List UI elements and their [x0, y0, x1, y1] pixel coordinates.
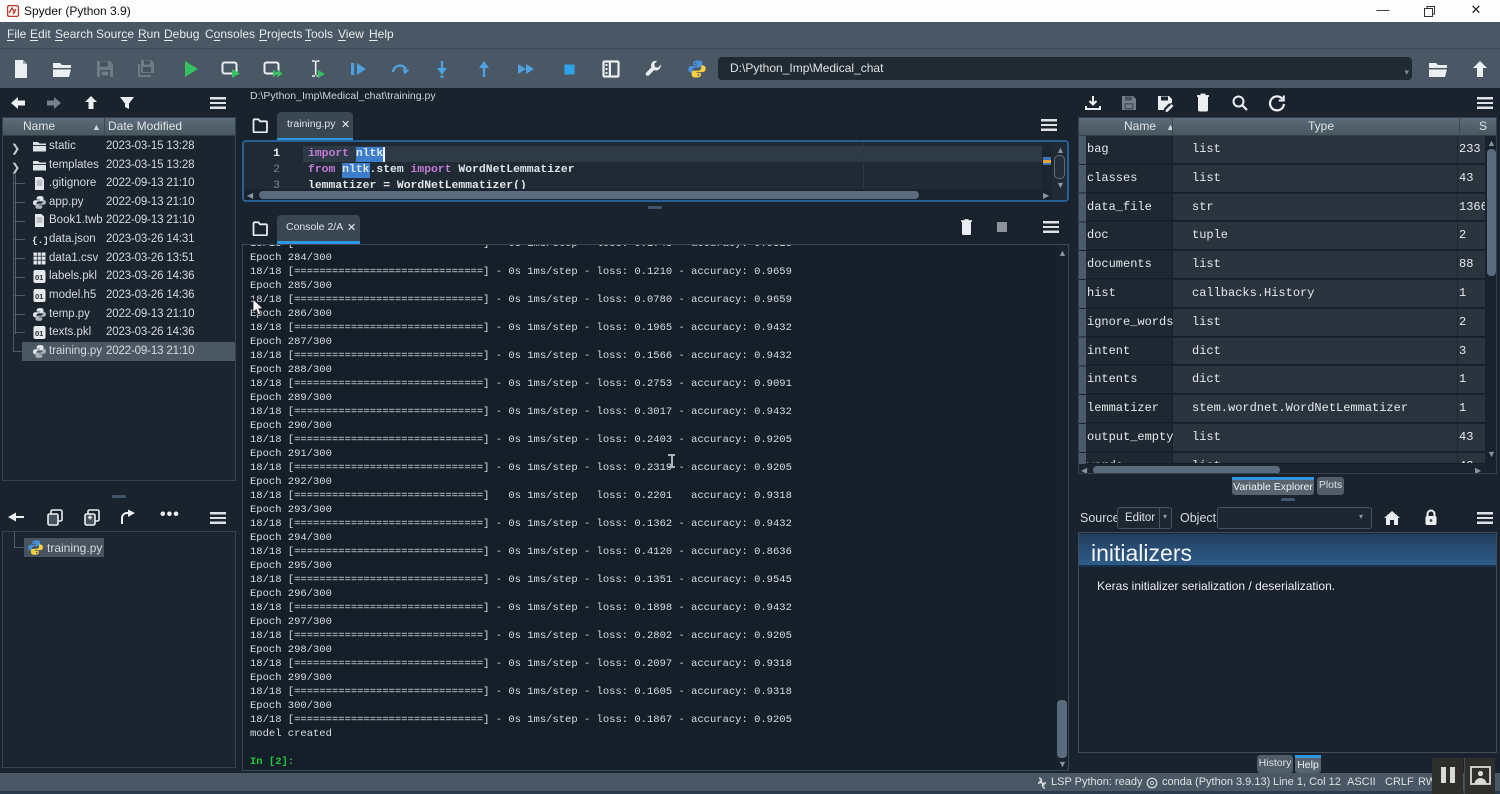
svg-text:01: 01 — [35, 292, 43, 301]
svg-text:{.}: {.} — [32, 235, 47, 246]
svg-text:01: 01 — [35, 329, 43, 338]
svg-text:01: 01 — [35, 273, 43, 282]
